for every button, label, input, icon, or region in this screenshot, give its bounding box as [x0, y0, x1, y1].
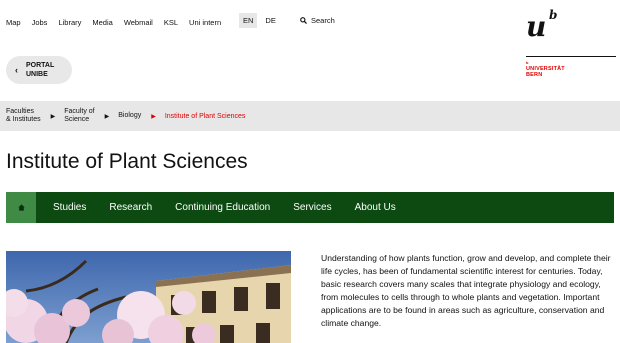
main-nav: Studies Research Continuing Education Se…	[6, 192, 614, 223]
home-icon	[17, 204, 25, 211]
portal-unibe-button[interactable]: ‹ PORTAL UNIBE	[6, 56, 72, 84]
chevron-left-icon: ‹	[15, 65, 18, 75]
chevron-right-icon: ▶	[104, 113, 110, 120]
language-switcher: EN DE	[239, 13, 284, 28]
breadcrumb-item-faculty-of-science[interactable]: Faculty of Science	[64, 108, 94, 124]
breadcrumb-item-faculties[interactable]: Faculties & Institutes	[6, 108, 41, 124]
language-option-de[interactable]: DE	[261, 13, 279, 28]
portal-label-line2: UNIBE	[26, 71, 48, 78]
breadcrumb-text: Science	[64, 116, 90, 123]
university-logo[interactable]: u b b UNIVERSITÄT BERN	[526, 9, 616, 84]
search-button[interactable]: Search	[300, 16, 335, 25]
nav-home-button[interactable]	[6, 192, 36, 223]
logo-mark-u: u	[526, 10, 547, 43]
breadcrumb: Faculties & Institutes ▶ Faculty of Scie…	[0, 101, 620, 131]
nav-item-services[interactable]: Services	[293, 202, 331, 213]
top-utility-nav: Map Jobs Library Media Webmail KSL Uni i…	[6, 16, 232, 28]
breadcrumb-text: Biology	[118, 112, 142, 119]
logo-mark-b: b	[549, 8, 558, 22]
breadcrumb-current: Institute of Plant Sciences	[164, 112, 246, 120]
hero-image	[6, 251, 291, 343]
chevron-right-icon: ▶	[151, 113, 156, 120]
language-option-en[interactable]: EN	[239, 13, 258, 28]
logo-small-b: b	[526, 60, 529, 65]
intro-paragraph: Understanding of how plants function, gr…	[321, 253, 611, 328]
nav-item-research[interactable]: Research	[109, 202, 152, 213]
logo-rule	[526, 56, 616, 57]
topnav-link-library[interactable]: Library	[58, 18, 81, 27]
nav-item-about-us[interactable]: About Us	[355, 202, 396, 213]
logo-line-bern: BERN	[526, 72, 543, 78]
nav-item-continuing-education[interactable]: Continuing Education	[175, 202, 270, 213]
nav-item-studies[interactable]: Studies	[53, 202, 86, 213]
topnav-link-map[interactable]: Map	[6, 18, 21, 27]
search-icon	[300, 17, 307, 24]
topnav-link-uni-intern[interactable]: Uni intern	[189, 18, 221, 27]
topnav-link-media[interactable]: Media	[92, 18, 112, 27]
breadcrumb-text: Faculties	[6, 108, 35, 115]
hero-photo-illustration	[6, 251, 291, 343]
topnav-link-jobs[interactable]: Jobs	[32, 18, 48, 27]
portal-label-line1: PORTAL	[26, 62, 55, 69]
page-title: Institute of Plant Sciences	[6, 150, 248, 173]
logo-wordmark: UNIVERSITÄT BERN	[526, 66, 565, 78]
breadcrumb-text: & Institutes	[6, 116, 41, 123]
topnav-link-webmail[interactable]: Webmail	[124, 18, 153, 27]
search-label: Search	[311, 16, 335, 25]
breadcrumb-item-biology[interactable]: Biology	[118, 112, 141, 120]
chevron-right-icon: ▶	[50, 113, 56, 120]
topnav-link-ksl[interactable]: KSL	[164, 18, 178, 27]
breadcrumb-text: Faculty of	[64, 108, 95, 115]
portal-label: PORTAL UNIBE	[26, 61, 54, 79]
